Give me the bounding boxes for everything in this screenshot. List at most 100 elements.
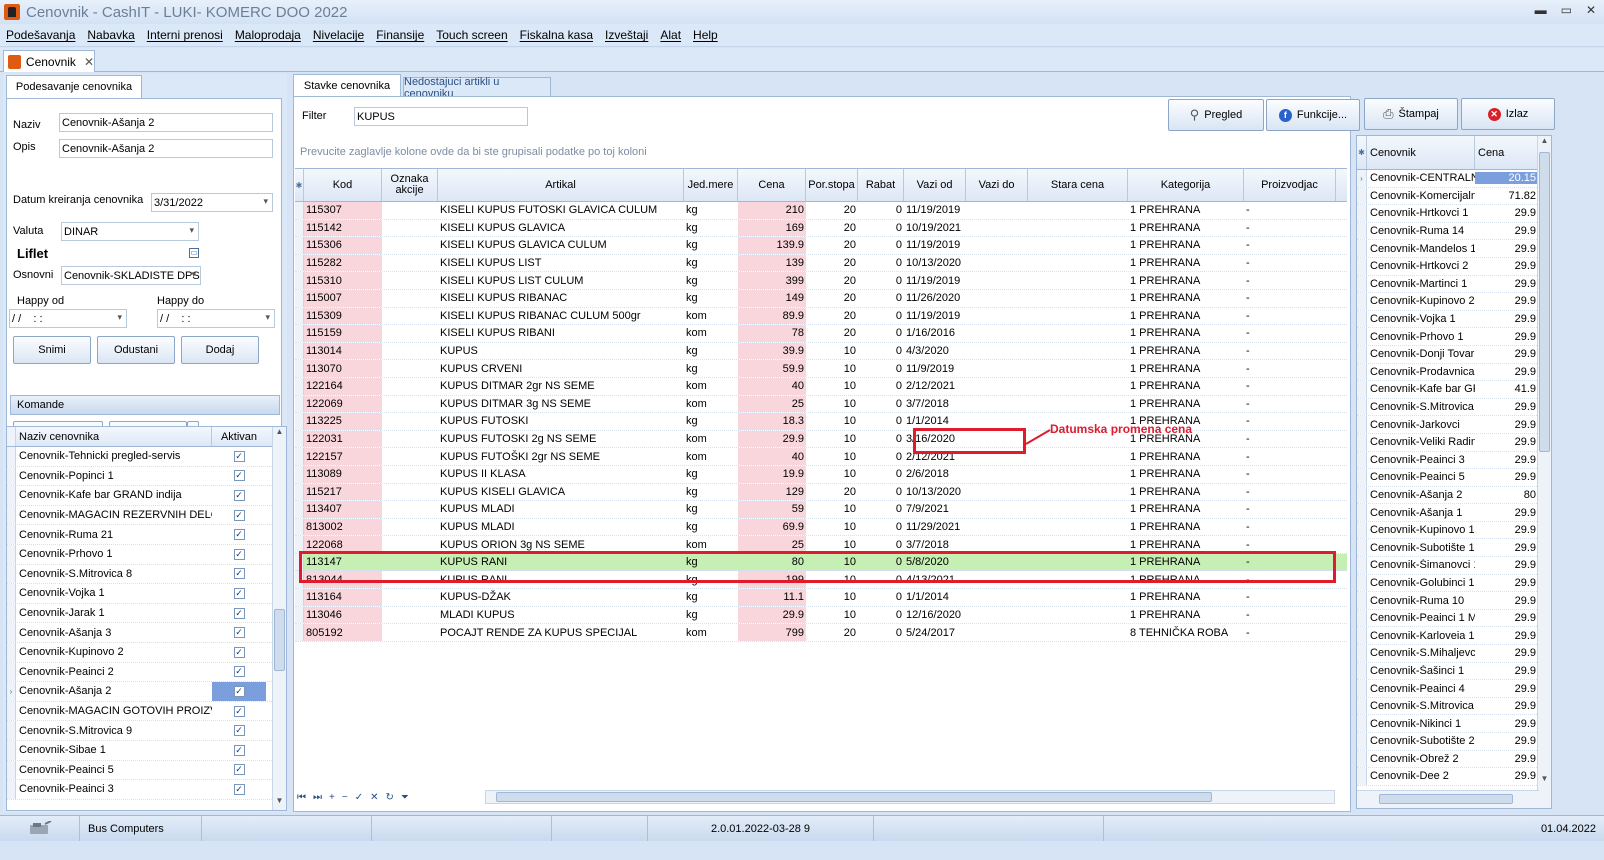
table-row[interactable]: 113164 KUPUS-DŽAK kg 11.1 10 0 1/1/2014 1 PREHR… bbox=[295, 589, 1347, 607]
check-icon[interactable]: ✓ bbox=[233, 587, 245, 599]
tab-nedostajuci-artikli[interactable]: Nedostajuci artikli u cenovniku bbox=[403, 76, 551, 100]
check-icon[interactable]: ✓ bbox=[233, 783, 245, 795]
col-cena[interactable]: Cena bbox=[738, 169, 806, 201]
aktivan-checkbox-cell[interactable]: ✓ bbox=[212, 604, 266, 623]
table-row[interactable]: 813002 KUPUS MLADI kg 69.9 10 0 11/29/2021 1 PR… bbox=[295, 518, 1347, 537]
datum-picker[interactable]: 3/31/2022 bbox=[151, 193, 273, 212]
check-icon[interactable]: ✓ bbox=[233, 489, 245, 501]
table-row[interactable]: 113407 KUPUS MLADI kg 59 10 0 7/9/2021 1 PREHRA… bbox=[295, 501, 1347, 519]
col-por-stopa[interactable]: Por.stopa bbox=[806, 169, 858, 201]
table-row[interactable]: 115309 KISELI KUPUS RIBANAC CULUM 500gr ko… bbox=[295, 307, 1347, 326]
aktivan-checkbox-cell[interactable]: ✓ bbox=[212, 663, 266, 682]
aktivan-checkbox-cell[interactable]: ✓ bbox=[212, 702, 266, 721]
menu-alat[interactable]: Alat bbox=[660, 28, 681, 42]
list-item[interactable]: Cenovnik-Kafe bar GRAND 41.9 bbox=[1357, 381, 1551, 399]
filter-input[interactable]: KUPUS bbox=[354, 107, 528, 126]
list-item[interactable]: Cenovnik-S.Mihaljevci 29.9 bbox=[1357, 645, 1551, 663]
happy-od-picker[interactable]: / / : : bbox=[9, 309, 127, 328]
list-item[interactable]: Cenovnik-Mandelos 1 29.9 bbox=[1357, 240, 1551, 258]
list-item[interactable]: Cenovnik-Hrtkovci 1 29.9 bbox=[1357, 205, 1551, 223]
list-item[interactable]: Cenovnik-Prodavnica 29.9 bbox=[1357, 363, 1551, 382]
menu-podesavanja[interactable]: Podešavanja bbox=[6, 28, 75, 42]
post-record-icon[interactable]: ✓ bbox=[355, 792, 363, 803]
list-item[interactable]: Cenovnik-Vojka 1 29.9 bbox=[1357, 310, 1551, 329]
list-item[interactable]: Cenovnik-Kupinovo 2 ✓ bbox=[7, 642, 286, 663]
first-record-icon[interactable]: ⏮ bbox=[297, 792, 306, 803]
col-oznaka-akcije[interactable]: Oznaka akcije bbox=[382, 169, 438, 201]
scroll-down-icon[interactable]: ▼ bbox=[1538, 774, 1551, 788]
naziv-input[interactable]: Cenovnik-Ašanja 2 bbox=[59, 113, 273, 132]
list-item[interactable]: Cenovnik-Peainci 5 ✓ bbox=[7, 760, 286, 781]
list-item[interactable]: Cenovnik-Jarkovci 29.9 bbox=[1357, 416, 1551, 434]
price-compare-scrollbar[interactable]: ▲ ▼ bbox=[1537, 136, 1551, 808]
table-row[interactable]: 115142 KISELI KUPUS GLAVICA kg 169 20 0 10/19/… bbox=[295, 219, 1347, 238]
check-icon[interactable]: ✓ bbox=[233, 627, 245, 639]
list-item[interactable]: Cenovnik-MAGACIN REZERVNIH DELOVA ✓ bbox=[7, 505, 286, 526]
osnovni-select[interactable]: Cenovnik-SKLADISTE DPS bbox=[61, 266, 201, 285]
table-row[interactable]: 805192 POCAJT RENDE ZA KUPUS SPECIJAL kom 7… bbox=[295, 624, 1347, 642]
col-vazi-od[interactable]: Vazi od bbox=[904, 169, 966, 201]
aktivan-checkbox-cell[interactable]: ✓ bbox=[212, 741, 266, 760]
last-record-icon[interactable]: ⏭ bbox=[313, 792, 322, 803]
scroll-thumb[interactable] bbox=[1539, 152, 1550, 452]
check-icon[interactable]: ✓ bbox=[233, 607, 245, 619]
list-item[interactable]: Cenovnik-S.Mitrovica 29.9 bbox=[1357, 697, 1551, 716]
list-item[interactable]: Cenovnik-Peainci 5 29.9 bbox=[1357, 469, 1551, 487]
tab-close-icon[interactable]: ✕ bbox=[84, 55, 94, 69]
list-item[interactable]: Cenovnik-Nikinci 1 29.9 bbox=[1357, 715, 1551, 733]
list-item[interactable]: Cenovnik-Peainci 1 MA 29.9 bbox=[1357, 609, 1551, 628]
list-item[interactable]: Cenovnik-Jarak 1 ✓ bbox=[7, 603, 286, 624]
scroll-up-icon[interactable]: ▲ bbox=[273, 427, 286, 441]
doc-tab-cenovnik[interactable]: Cenovnik ✕ bbox=[3, 50, 95, 72]
close-icon[interactable]: ✕ bbox=[1586, 3, 1596, 17]
table-row[interactable]: 115282 KISELI KUPUS LIST kg 139 20 0 10/13/202… bbox=[295, 254, 1347, 273]
table-row[interactable]: 113070 KUPUS CRVENI kg 59.9 10 0 11/9/2019 1 PR… bbox=[295, 360, 1347, 378]
add-record-icon[interactable]: + bbox=[329, 792, 335, 803]
check-icon[interactable]: ✓ bbox=[233, 450, 245, 462]
menu-help[interactable]: Help bbox=[693, 28, 718, 42]
grid-hscrollbar[interactable] bbox=[485, 790, 1335, 804]
table-row[interactable]: 122069 KUPUS DITMAR 3g NS SEME kom 25 10 0 3/7… bbox=[295, 395, 1347, 414]
list-item[interactable]: Cenovnik-Veliki Radinci 29.9 bbox=[1357, 433, 1551, 452]
col-naziv-cenovnika[interactable]: Naziv cenovnika bbox=[16, 427, 212, 446]
aktivan-checkbox-cell[interactable]: ✓ bbox=[212, 643, 266, 662]
table-row[interactable]: 113014 KUPUS kg 39.9 10 0 4/3/2020 1 PREHRANA - bbox=[295, 342, 1347, 361]
check-icon[interactable]: ✓ bbox=[233, 509, 245, 521]
table-row[interactable]: 122164 KUPUS DITMAR 2gr NS SEME kom 40 10 0 2/… bbox=[295, 377, 1347, 396]
col-rabat[interactable]: Rabat bbox=[858, 169, 904, 201]
list-item[interactable]: Cenovnik-S.Mitrovica 29.9 bbox=[1357, 398, 1551, 417]
list-item[interactable]: Cenovnik-Popinci 1 ✓ bbox=[7, 466, 286, 487]
tab-podesavanje-cenovnika[interactable]: Podesavanje cenovnika bbox=[6, 75, 142, 98]
table-row[interactable]: 113089 KUPUS II KLASA kg 19.9 10 0 2/6/2018 1 P… bbox=[295, 465, 1347, 484]
aktivan-checkbox-cell[interactable]: ✓ bbox=[212, 486, 266, 505]
opis-input[interactable]: Cenovnik-Ašanja 2 bbox=[59, 139, 273, 158]
check-icon[interactable]: ✓ bbox=[233, 529, 245, 541]
price-list-scrollbar[interactable]: ▲ ▼ bbox=[272, 427, 286, 810]
list-item[interactable]: Cenovnik-Hrtkovci 2 29.9 bbox=[1357, 257, 1551, 276]
list-item[interactable]: Cenovnik-Ašanja 2 80 bbox=[1357, 486, 1551, 505]
grid-settings-icon[interactable]: ✱ bbox=[295, 169, 304, 201]
col-cenovnik[interactable]: Cenovnik bbox=[1367, 136, 1475, 169]
list-item[interactable]: Cenovnik-Prhovo 1 ✓ bbox=[7, 544, 286, 565]
list-item[interactable]: Cenovnik-Kafe bar GRAND indija ✓ bbox=[7, 486, 286, 506]
list-item[interactable]: Cenovnik-Obrež 2 29.9 bbox=[1357, 750, 1551, 769]
check-icon[interactable]: ✓ bbox=[233, 744, 245, 756]
menu-izvestaji[interactable]: Izveštaji bbox=[605, 28, 648, 42]
odustani-button[interactable]: Odustani bbox=[97, 336, 175, 364]
list-item[interactable]: Cenovnik-Karloveia 1 29.9 bbox=[1357, 627, 1551, 646]
list-item[interactable]: Cenovnik-Kupinovo 2 29.9 bbox=[1357, 293, 1551, 311]
list-item[interactable]: Cenovnik-Kupinovo 1 29.9 bbox=[1357, 521, 1551, 540]
list-item[interactable]: Cenovnik-Golubinci 1 29.9 bbox=[1357, 574, 1551, 593]
list-item[interactable]: Cenovnik-Donji Tovarnik 29.9 bbox=[1357, 345, 1551, 364]
list-item[interactable]: Cenovnik-Dee 2 29.9 bbox=[1357, 768, 1551, 786]
list-item[interactable]: Cenovnik-Šimanovci 1 29.9 bbox=[1357, 557, 1551, 575]
izlaz-button[interactable]: ✕ Izlaz bbox=[1461, 98, 1555, 130]
list-item[interactable]: Cenovnik-Ruma 10 29.9 bbox=[1357, 592, 1551, 610]
table-row[interactable]: 115307 KISELI KUPUS FUTOSKI GLAVICA CULUM… bbox=[295, 202, 1347, 220]
list-item[interactable]: Cenovnik-Komercijalni 71.82 bbox=[1357, 187, 1551, 206]
menu-fiskalna-kasa[interactable]: Fiskalna kasa bbox=[520, 28, 593, 42]
check-icon[interactable]: ✓ bbox=[233, 548, 245, 560]
list-item[interactable]: Cenovnik-S.Mitrovica 9 ✓ bbox=[7, 721, 286, 741]
list-item[interactable]: Cenovnik-Prhovo 1 29.9 bbox=[1357, 328, 1551, 346]
scroll-up-icon[interactable]: ▲ bbox=[1538, 136, 1551, 150]
